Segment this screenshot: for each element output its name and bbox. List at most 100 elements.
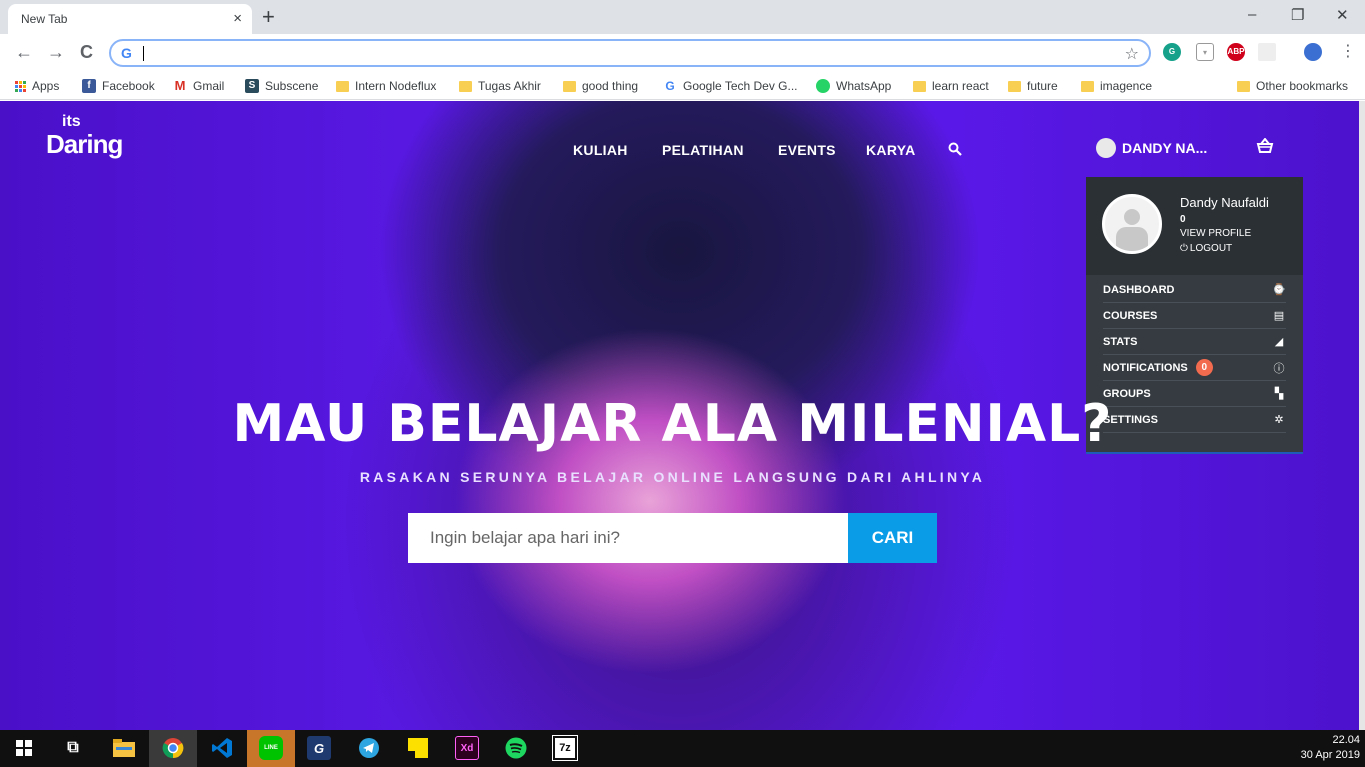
search-button[interactable]: CARI: [848, 513, 937, 563]
profile-count: 0: [1180, 214, 1186, 225]
page-scrollbar[interactable]: [1359, 101, 1365, 730]
bookmark-label: Apps: [32, 79, 60, 93]
bookmark-label: learn react: [932, 79, 989, 93]
folder-icon: [1081, 80, 1094, 92]
7zip-icon[interactable]: 7z: [552, 735, 578, 761]
hero-section: its Daring KULIAH PELATIHAN EVENTS KARYA…: [0, 101, 1365, 730]
bookmarks-bar: Apps f Facebook M Gmail S Subscene Inter…: [0, 72, 1365, 100]
bookmark-tugas-akhir[interactable]: Tugas Akhir: [459, 78, 541, 94]
hero-title: MAU BELAJAR ALA MILENIAL?: [232, 394, 1113, 454]
tab-close-icon[interactable]: ×: [233, 10, 242, 27]
chrome-icon[interactable]: [161, 736, 185, 760]
google-icon: G: [121, 45, 132, 61]
tab-title: New Tab: [21, 12, 68, 26]
bookmark-star-icon[interactable]: ☆: [1125, 44, 1139, 64]
menu-item-label: COURSES: [1103, 309, 1158, 322]
google-icon: G: [663, 79, 677, 93]
bookmark-label: Google Tech Dev G...: [683, 79, 798, 93]
bookmark-apps[interactable]: Apps: [15, 78, 59, 94]
line-icon[interactable]: LINE: [259, 736, 283, 760]
restore-button[interactable]: ❐: [1291, 6, 1304, 24]
browser-toolbar: ← → C G ☆ G ▾ ABP ⋮: [0, 34, 1365, 72]
apps-icon: [15, 80, 26, 92]
telegram-icon[interactable]: [357, 736, 381, 760]
bookmark-label: WhatsApp: [836, 79, 892, 93]
bookmark-imagence[interactable]: imagence: [1081, 78, 1152, 94]
book-icon: ▤: [1273, 310, 1285, 322]
bookmark-google-tech-dev[interactable]: G Google Tech Dev G...: [663, 78, 798, 94]
task-view-icon[interactable]: ⧉: [61, 736, 85, 760]
profile-avatar-icon[interactable]: [1304, 43, 1322, 61]
menu-item-courses[interactable]: COURSES ▤: [1103, 303, 1286, 329]
menu-icon[interactable]: ⋮: [1340, 42, 1356, 62]
clock-time: 22.04: [1332, 734, 1360, 746]
close-window-button[interactable]: ✕: [1336, 6, 1349, 24]
bookmark-label: Other bookmarks: [1256, 79, 1349, 93]
browser-tab[interactable]: New Tab ×: [8, 4, 252, 34]
foxit-pdf-icon[interactable]: G: [307, 736, 331, 760]
vscode-icon[interactable]: [210, 736, 234, 760]
windows-start-icon[interactable]: [12, 736, 36, 760]
tab-strip: New Tab × + – ❐ ✕: [0, 0, 1365, 34]
user-name-short: DANDY NA...: [1122, 140, 1208, 156]
profile-avatar: [1102, 194, 1162, 254]
shield-icon[interactable]: ▾: [1196, 43, 1214, 61]
facebook-icon: f: [82, 79, 96, 93]
bookmark-whatsapp[interactable]: WhatsApp: [816, 78, 891, 94]
view-profile-link[interactable]: VIEW PROFILE: [1180, 228, 1251, 239]
forward-button[interactable]: →: [47, 42, 65, 62]
menu-item-stats[interactable]: STATS ◢: [1103, 329, 1286, 355]
menu-item-dashboard[interactable]: DASHBOARD ⌚: [1103, 277, 1286, 303]
file-explorer-icon[interactable]: [112, 736, 136, 760]
bookmark-learn-react[interactable]: learn react: [913, 78, 989, 94]
minimize-button[interactable]: –: [1248, 6, 1256, 23]
windows-taskbar: ⧉ LINE G Xd 7z 22.04 30 Apr 2019: [0, 730, 1365, 767]
text-caret: [143, 46, 144, 61]
bookmark-good-thing[interactable]: good thing: [563, 78, 638, 94]
logout-link[interactable]: ⏻ LOGOUT: [1180, 243, 1232, 254]
grammarly-icon[interactable]: G: [1163, 43, 1181, 61]
avatar: [1096, 138, 1116, 158]
folder-icon: [563, 80, 576, 92]
bookmark-label: Facebook: [102, 79, 155, 93]
nav-events[interactable]: EVENTS: [778, 142, 836, 158]
folder-icon: [1008, 80, 1021, 92]
nav-pelatihan[interactable]: PELATIHAN: [662, 142, 744, 158]
subscene-icon: S: [245, 79, 259, 93]
menu-item-notifications[interactable]: NOTIFICATIONS 0 ⓘ: [1103, 355, 1286, 381]
logout-label: LOGOUT: [1189, 243, 1233, 254]
back-button[interactable]: ←: [15, 42, 33, 62]
nav-kuliah[interactable]: KULIAH: [573, 142, 628, 158]
bookmark-label: Intern Nodeflux: [355, 79, 437, 93]
whatsapp-icon: [816, 79, 830, 93]
nav-karya[interactable]: KARYA: [866, 142, 915, 158]
reload-button[interactable]: C: [80, 42, 93, 62]
system-clock[interactable]: 22.04 30 Apr 2019: [1301, 733, 1360, 763]
folder-icon: [1237, 80, 1250, 92]
new-tab-button[interactable]: +: [262, 4, 275, 30]
bookmark-label: Subscene: [265, 79, 319, 93]
bookmark-facebook[interactable]: f Facebook: [82, 78, 155, 94]
menu-item-label: DASHBOARD: [1103, 283, 1175, 296]
user-menu-toggle[interactable]: DANDY NA...: [1096, 138, 1207, 158]
adobe-xd-icon[interactable]: Xd: [455, 736, 479, 760]
cart-icon[interactable]: [1256, 137, 1274, 159]
notification-badge: 0: [1195, 359, 1213, 376]
address-bar[interactable]: G ☆: [109, 39, 1151, 67]
profile-card: Dandy Naufaldi 0 VIEW PROFILE ⏻ LOGOUT: [1086, 177, 1303, 275]
bookmark-other-bookmarks[interactable]: Other bookmarks: [1237, 78, 1348, 94]
spotify-icon[interactable]: [504, 736, 528, 760]
course-search-input[interactable]: [408, 513, 848, 563]
extension-icon[interactable]: [1258, 43, 1276, 61]
bookmark-future[interactable]: future: [1008, 78, 1058, 94]
alert-icon: ⓘ: [1273, 362, 1285, 375]
folder-icon: [913, 80, 926, 92]
adblock-plus-icon[interactable]: ABP: [1227, 43, 1245, 61]
profile-name: Dandy Naufaldi: [1180, 195, 1269, 210]
search-icon[interactable]: [948, 142, 962, 161]
sticky-notes-icon[interactable]: [406, 736, 430, 760]
bookmark-subscene[interactable]: S Subscene: [245, 78, 318, 94]
bookmark-intern-nodeflux[interactable]: Intern Nodeflux: [336, 78, 436, 94]
bookmark-gmail[interactable]: M Gmail: [173, 78, 224, 94]
folder-icon: [459, 80, 472, 92]
